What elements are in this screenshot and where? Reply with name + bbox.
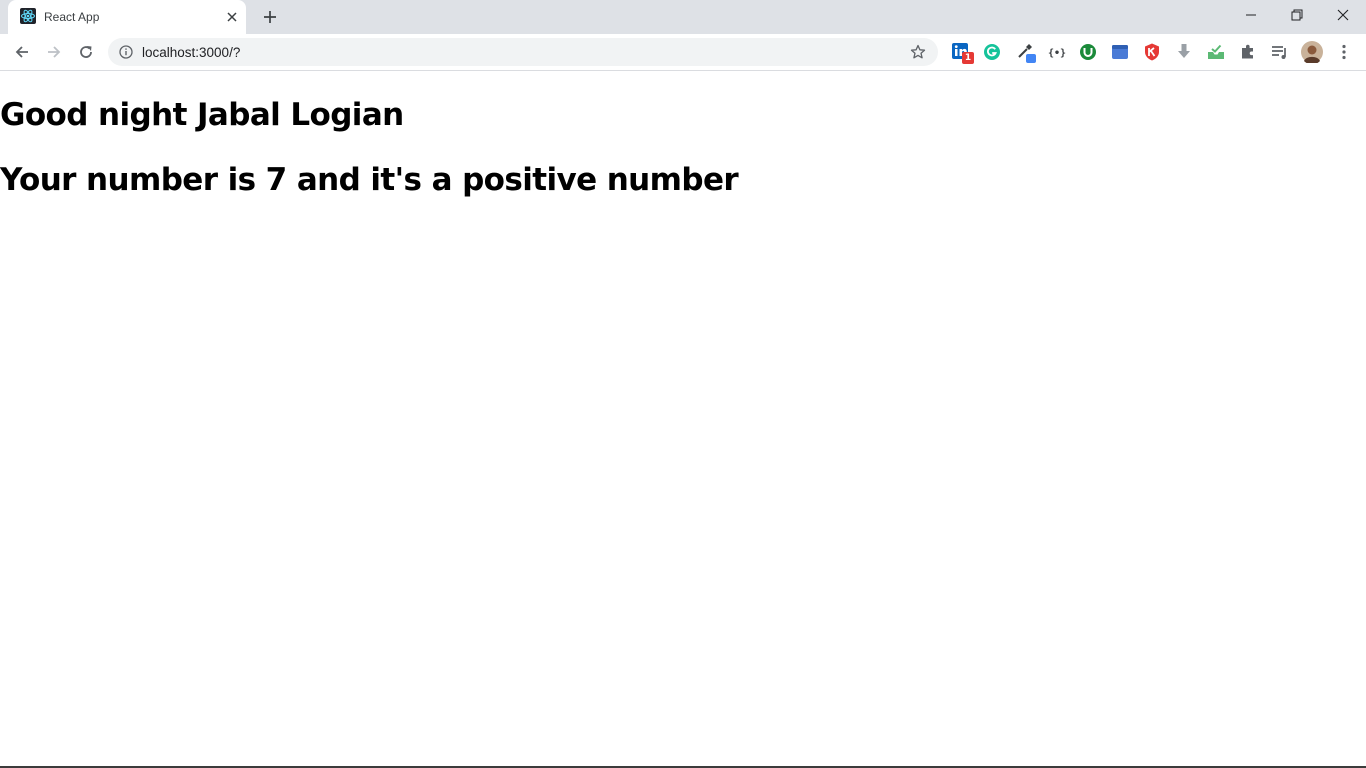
grammarly-extension-icon[interactable] (982, 42, 1002, 62)
red-shield-extension-icon[interactable] (1142, 42, 1162, 62)
page-content: Good night Jabal Logian Your number is 7… (0, 71, 1366, 766)
react-logo-icon (20, 8, 36, 24)
tab-title: React App (44, 10, 100, 24)
close-tab-icon[interactable] (224, 9, 240, 25)
avatar[interactable] (1301, 41, 1323, 63)
restore-icon[interactable] (1274, 0, 1320, 30)
utorrent-extension-icon[interactable] (1078, 42, 1098, 62)
reload-icon[interactable] (72, 38, 100, 66)
address-bar[interactable]: localhost:3000/? (108, 38, 938, 66)
close-icon[interactable] (1320, 0, 1366, 30)
number-message-heading: Your number is 7 and it's a positive num… (0, 162, 739, 198)
forward-arrow-icon[interactable] (40, 38, 68, 66)
info-icon[interactable] (119, 45, 133, 59)
linkedin-badge: 1 (964, 53, 972, 63)
eyedropper-extension-icon[interactable] (1016, 42, 1036, 63)
back-arrow-icon[interactable] (8, 38, 36, 66)
blue-box-extension-icon[interactable] (1110, 42, 1130, 62)
bookmark-star-icon[interactable] (910, 44, 926, 60)
puzzle-extensions-icon[interactable] (1238, 42, 1258, 62)
tab-react-app[interactable]: React App (8, 0, 246, 34)
media-queue-icon[interactable] (1270, 42, 1290, 62)
download-extension-icon[interactable] (1174, 42, 1194, 62)
url-text: localhost:3000/? (142, 45, 241, 60)
kebab-menu-icon[interactable] (1334, 42, 1354, 62)
browser-toolbar: localhost:3000/? 1 {•} (0, 34, 1366, 71)
svg-text:{•}: {•} (1048, 48, 1066, 59)
greeting-heading: Good night Jabal Logian (0, 97, 404, 133)
json-formatter-extension-icon[interactable]: {•} (1047, 42, 1067, 62)
green-tray-extension-icon[interactable] (1206, 42, 1226, 62)
plus-icon[interactable] (260, 7, 280, 27)
minimize-icon[interactable] (1228, 0, 1274, 30)
tab-strip: React App (0, 0, 1366, 34)
